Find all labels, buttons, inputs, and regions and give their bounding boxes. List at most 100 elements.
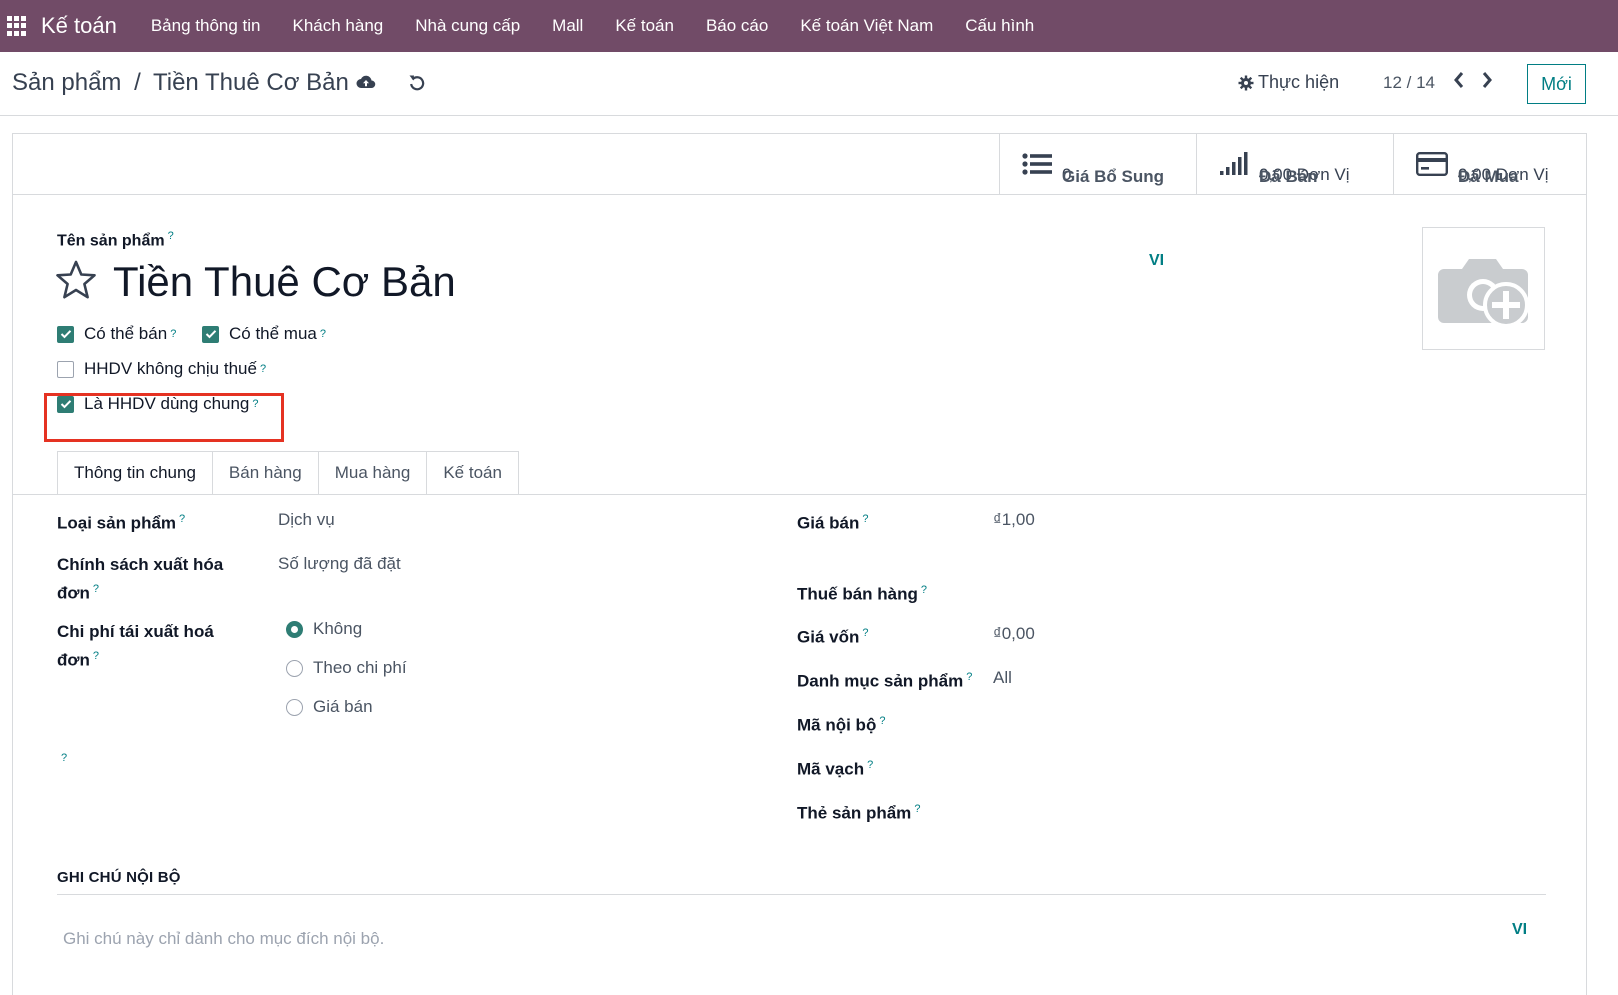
product-image[interactable]: [1422, 227, 1545, 350]
reinvoice-label: Chi phí tái xuất hoá đơn?: [57, 619, 214, 673]
help-mark[interactable]: ?: [862, 513, 868, 525]
extra-prices-label: Giá Bổ Sung: [1062, 167, 1164, 186]
tags-label-text: Thẻ sản phẩm: [797, 803, 912, 823]
invoice-policy-label-line2: đơn: [57, 583, 90, 603]
camera-add-icon: [1437, 258, 1529, 328]
list-icon: [1022, 153, 1052, 175]
invoice-policy-label: Chính sách xuất hóa đơn?: [57, 552, 223, 606]
barcode-label: Mã vạch?: [797, 753, 873, 782]
menu-customers[interactable]: Khách hàng: [277, 16, 400, 36]
invoice-policy-field[interactable]: Số lượng đã đặt: [278, 554, 401, 574]
product-type-field[interactable]: Dịch vụ: [278, 510, 335, 530]
help-mark[interactable]: ?: [914, 803, 920, 815]
smart-button-box: 0 Giá Bổ Sung 0,00 Đơn Vị Đã Bán 0,00 Đơ…: [13, 134, 1586, 195]
star-icon[interactable]: [55, 260, 97, 300]
internal-ref-label-text: Mã nội bộ: [797, 715, 877, 735]
tab-divider: [13, 494, 1586, 495]
checkbox-can-sell[interactable]: Có thể bán?: [57, 324, 176, 344]
sale-tax-label: Thuế bán hàng?: [797, 578, 927, 607]
radio-option-at-cost[interactable]: Theo chi phí: [286, 658, 407, 678]
help-mark[interactable]: ?: [168, 230, 174, 242]
radio-unselected-icon[interactable]: [286, 659, 303, 677]
pager-value[interactable]: 12 / 14: [1383, 73, 1435, 93]
highlight-box: [44, 393, 284, 442]
checkbox-no-tax[interactable]: HHDV không chịu thuế?: [57, 359, 266, 379]
product-name-field[interactable]: Tiền Thuê Cơ Bản: [113, 258, 456, 306]
help-mark[interactable]: ?: [179, 513, 185, 525]
tags-label: Thẻ sản phẩm?: [797, 797, 920, 826]
notebook-tabs: Thông tin chung Bán hàng Mua hàng Kế toá…: [57, 451, 519, 495]
help-mark[interactable]: ?: [867, 759, 873, 771]
checkbox-checked-icon[interactable]: [202, 325, 219, 343]
sold-button[interactable]: 0,00 Đơn Vị Đã Bán: [1196, 134, 1393, 194]
help-mark[interactable]: ?: [260, 363, 266, 375]
extra-prices-button[interactable]: 0 Giá Bổ Sung: [999, 134, 1196, 194]
cost-field[interactable]: ₫0,00: [993, 624, 1035, 644]
breadcrumb-separator: /: [134, 69, 141, 96]
translate-button[interactable]: VI: [1149, 252, 1164, 270]
cloud-upload-icon[interactable]: [356, 74, 376, 90]
sale-price-label-text: Giá bán: [797, 513, 860, 533]
help-mark[interactable]: ?: [966, 671, 972, 683]
product-type-label-text: Loại sản phẩm: [57, 513, 177, 533]
help-mark[interactable]: ?: [921, 584, 927, 596]
breadcrumb-current: Tiền Thuê Cơ Bản: [152, 69, 349, 96]
checkbox-checked-icon[interactable]: [57, 325, 74, 343]
tab-sales[interactable]: Bán hàng: [212, 451, 319, 495]
help-mark[interactable]: ?: [61, 752, 67, 764]
action-menu-label: Thực hiện: [1258, 72, 1340, 92]
radio-selected-icon[interactable]: [286, 620, 303, 638]
signal-bars-icon: [1220, 152, 1248, 175]
reinvoice-label-line2: đơn: [57, 650, 90, 670]
action-menu-button[interactable]: Thực hiện: [1238, 72, 1339, 93]
menu-vn-accounting[interactable]: Kế toán Việt Nam: [784, 16, 949, 36]
checkbox-unchecked-icon[interactable]: [57, 360, 74, 378]
sold-label: Đã Bán: [1259, 167, 1318, 186]
radio-option-no[interactable]: Không: [286, 619, 362, 639]
help-mark[interactable]: ?: [862, 627, 868, 639]
reinvoice-label-line1: Chi phí tái xuất hoá: [57, 622, 214, 641]
help-mark[interactable]: ?: [320, 328, 326, 340]
menu-accounting[interactable]: Kế toán: [599, 16, 690, 36]
chevron-right-icon[interactable]: [1480, 70, 1494, 90]
menu-mall[interactable]: Mall: [536, 16, 599, 36]
internal-notes-input[interactable]: Ghi chú này chỉ dành cho mục đích nội bộ…: [63, 929, 384, 949]
help-mark[interactable]: ?: [93, 650, 99, 662]
radio-option-no-label: Không: [313, 619, 363, 638]
menu-configuration[interactable]: Cấu hình: [949, 16, 1050, 36]
internal-ref-label: Mã nội bộ?: [797, 709, 885, 738]
app-grid-icon[interactable]: [7, 16, 27, 36]
tab-purchase[interactable]: Mua hàng: [318, 451, 428, 495]
form-sheet: 0 Giá Bổ Sung 0,00 Đơn Vị Đã Bán 0,00 Đơ…: [12, 133, 1587, 995]
tab-general-info[interactable]: Thông tin chung: [57, 451, 213, 495]
checkbox-can-buy[interactable]: Có thể mua?: [202, 324, 326, 344]
new-button[interactable]: Mới: [1527, 64, 1586, 104]
invoice-policy-label-line1: Chính sách xuất hóa: [57, 555, 224, 574]
help-mark[interactable]: ?: [93, 583, 99, 595]
chevron-left-icon[interactable]: [1452, 70, 1466, 90]
breadcrumb-parent[interactable]: Sản phẩm: [12, 69, 121, 96]
menu-dashboard[interactable]: Bảng thông tin: [135, 16, 277, 36]
sale-price-field[interactable]: ₫1,00: [993, 510, 1035, 530]
help-mark[interactable]: ?: [879, 715, 885, 727]
internal-notes-divider: [57, 894, 1546, 895]
control-panel: Sản phẩm / Tiền Thuê Cơ Bản Thực hiện 12…: [0, 52, 1618, 116]
radio-unselected-icon[interactable]: [286, 698, 303, 716]
menu-vendors[interactable]: Nhà cung cấp: [399, 16, 536, 36]
credit-card-icon: [1416, 152, 1448, 176]
tab-accounting[interactable]: Kế toán: [427, 451, 519, 495]
radio-option-at-cost-label: Theo chi phí: [313, 658, 407, 677]
category-field[interactable]: All: [993, 668, 1012, 688]
purchased-label: Đã Mua: [1458, 167, 1519, 186]
help-mark[interactable]: ?: [170, 328, 176, 340]
menu-reports[interactable]: Báo cáo: [690, 16, 784, 36]
radio-option-sales-price[interactable]: Giá bán: [286, 697, 373, 717]
notes-translate-button[interactable]: VI: [1512, 921, 1527, 939]
can-buy-label: Có thể mua: [229, 324, 317, 343]
undo-icon[interactable]: [408, 73, 426, 91]
product-name-label-text: Tên sản phẩm: [57, 232, 165, 250]
category-label: Danh mục sản phẩm?: [797, 665, 972, 694]
can-sell-label: Có thể bán: [84, 324, 168, 343]
purchased-button[interactable]: 0,00 Đơn Vị Đã Mua: [1393, 134, 1586, 194]
app-name[interactable]: Kế toán: [41, 13, 117, 39]
